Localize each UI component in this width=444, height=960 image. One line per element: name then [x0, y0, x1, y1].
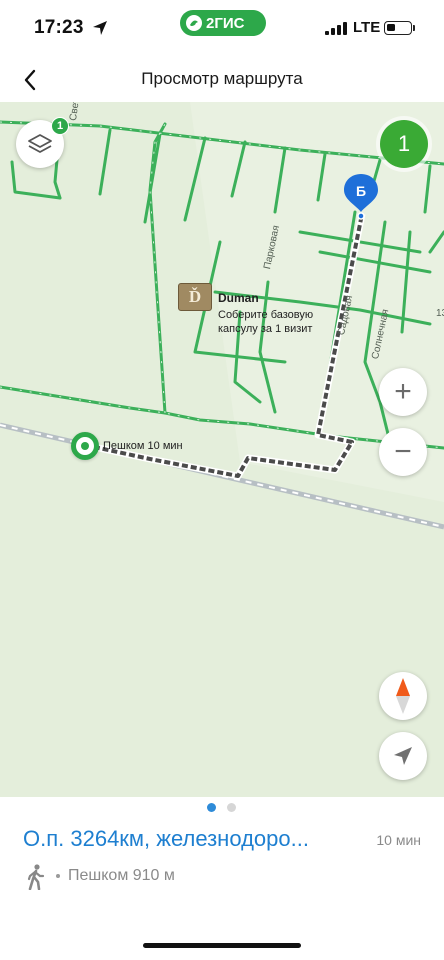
poi-icon[interactable]: Ď: [178, 283, 212, 311]
bird-icon: [186, 15, 202, 31]
map-view[interactable]: Светл Парковая Садовая Солнечная 13 Ď Du…: [0, 102, 444, 797]
page-dot[interactable]: [207, 803, 216, 812]
street-label: 13: [436, 308, 444, 319]
battery-cap: [413, 25, 415, 31]
notifications-count: 1: [397, 131, 411, 156]
notifications-button[interactable]: 1: [380, 120, 428, 168]
walk-label: Пешком 10 мин: [103, 440, 183, 452]
route-mode-summary: Пешком 910 м: [68, 867, 175, 884]
status-bar: 17:23 2ГИС LTE: [0, 0, 444, 58]
route-card[interactable]: О.п. 3264км, железнодоро... 10 мин Пешко…: [0, 797, 444, 960]
page-title: Просмотр маршрута: [141, 69, 303, 88]
layers-count-badge: 1: [51, 117, 69, 135]
plus-icon: +: [394, 375, 412, 408]
start-point-marker[interactable]: [71, 432, 99, 460]
destination-name[interactable]: О.п. 3264км, железнодоро...: [23, 826, 363, 852]
battery-fill: [387, 24, 395, 31]
app-badge-label: 2ГИС: [206, 14, 245, 32]
signal-bars-icon: [325, 22, 347, 35]
status-time: 17:23: [34, 17, 84, 38]
home-indicator[interactable]: [143, 943, 301, 948]
layers-icon: [28, 134, 52, 153]
route-duration: 10 мин: [376, 832, 421, 848]
compass-button[interactable]: [379, 672, 427, 720]
page-dot[interactable]: [227, 803, 236, 812]
compass-icon: [396, 678, 410, 714]
destination-pin-icon[interactable]: Б: [343, 172, 379, 220]
zoom-out-button[interactable]: −: [379, 428, 427, 476]
separator-dot: [56, 874, 60, 878]
poi-name[interactable]: Duman: [218, 291, 259, 305]
battery-icon: [384, 21, 412, 35]
location-arrow-icon: [93, 21, 107, 35]
my-location-button[interactable]: [379, 732, 427, 780]
app-badge[interactable]: 2ГИС: [180, 10, 266, 36]
minus-icon: −: [394, 435, 412, 468]
poi-promo: Соберите базовую капсулу за 1 визит: [218, 309, 314, 335]
zoom-in-button[interactable]: +: [379, 368, 427, 416]
pin-letter: Б: [356, 183, 366, 199]
page-indicator[interactable]: [207, 803, 236, 812]
navigation-arrow-icon: [394, 747, 412, 765]
walking-person-icon: [27, 864, 45, 890]
network-type: LTE: [353, 19, 381, 36]
nav-header: Просмотр маршрута: [0, 58, 444, 102]
